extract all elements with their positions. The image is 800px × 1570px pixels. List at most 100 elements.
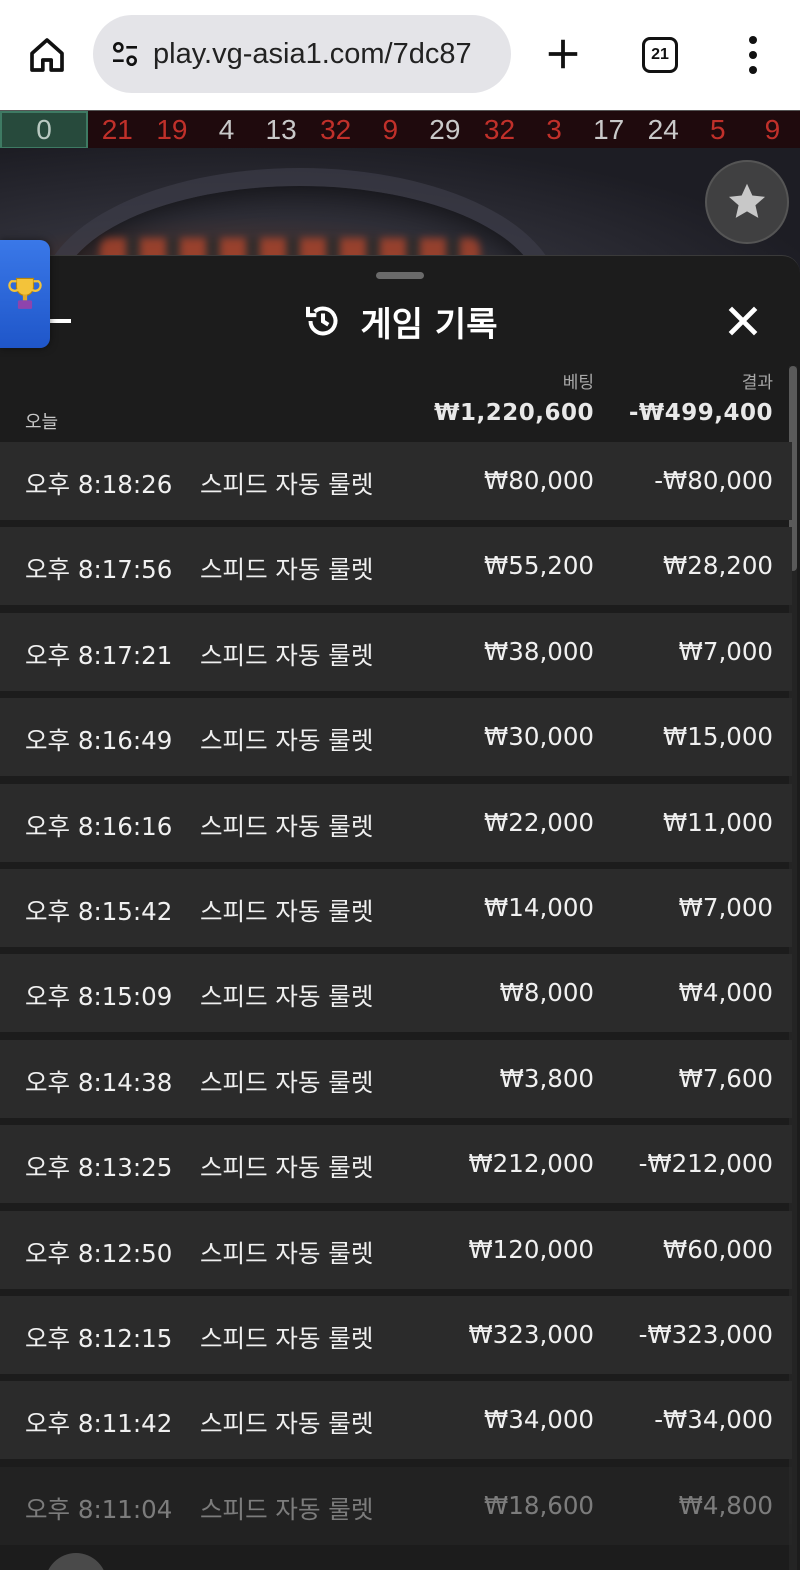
table-row[interactable]: 오후 8:15:42 스피드 자동 룰렛 ₩14,000 ₩7,000 xyxy=(0,868,792,947)
table-row[interactable]: 오후 8:11:42 스피드 자동 룰렛 ₩34,000 -₩34,000 xyxy=(0,1381,792,1460)
row-time: 오후 8:17:21 xyxy=(25,640,173,670)
history-list: 오후 8:18:26 스피드 자동 룰렛 ₩80,000 -₩80,000 오후 8:1… xyxy=(0,442,792,1552)
tab-count-icon[interactable]: 21 xyxy=(642,37,678,73)
row-time: 오후 8:15:42 xyxy=(25,896,173,926)
row-bet-amount: ₩120,000 xyxy=(468,1234,594,1264)
result-number: 4 xyxy=(218,113,235,145)
row-bet-amount: ₩30,000 xyxy=(484,722,594,752)
row-bet-amount: ₩38,000 xyxy=(484,636,594,666)
row-result-amount: ₩4,000 xyxy=(678,978,773,1008)
plus-icon[interactable] xyxy=(537,28,589,80)
row-game-name: 스피드 자동 룰렛 xyxy=(200,640,374,670)
row-game-name: 스피드 자동 룰렛 xyxy=(200,1238,374,1268)
row-bet-amount: ₩80,000 xyxy=(484,466,594,495)
row-bet-amount: ₩34,000 xyxy=(484,1405,594,1435)
result-number: 32 xyxy=(320,113,352,145)
row-time: 오후 8:13:25 xyxy=(25,1153,173,1183)
home-icon[interactable] xyxy=(22,30,72,80)
table-row[interactable]: 오후 8:18:26 스피드 자동 룰렛 ₩80,000 -₩80,000 xyxy=(0,442,792,520)
table-row[interactable]: 오후 8:13:25 스피드 자동 룰렛 ₩212,000 -₩212,000 xyxy=(0,1125,792,1204)
row-result-amount: -₩212,000 xyxy=(638,1149,773,1179)
row-time: 오후 8:11:42 xyxy=(25,1409,173,1439)
row-time: 오후 8:17:56 xyxy=(25,555,173,585)
row-time: 오후 8:15:09 xyxy=(25,982,173,1012)
table-row[interactable]: 오후 8:16:16 스피드 자동 룰렛 ₩22,000 ₩11,000 xyxy=(0,783,792,862)
table-row[interactable]: 오후 8:12:50 스피드 자동 룰렛 ₩120,000 ₩60,000 xyxy=(0,1210,792,1289)
result-number: 32 xyxy=(483,113,516,145)
result-number: 19 xyxy=(156,113,188,145)
row-time: 오후 8:14:38 xyxy=(25,1067,173,1097)
game-history-panel: 게임 기록 베팅 결과 오늘 ₩1,220,600 -₩499,400 오후 8… xyxy=(0,255,800,1570)
row-game-name: 스피드 자동 룰렛 xyxy=(200,1409,374,1439)
result-number: 3 xyxy=(546,113,562,145)
today-label: 오늘 xyxy=(25,412,59,433)
table-row[interactable]: 오후 8:11:04 스피드 자동 룰렛 ₩18,600 ₩4,800 xyxy=(0,1466,792,1545)
table-row[interactable]: 오후 8:12:15 스피드 자동 룰렛 ₩323,000 -₩323,000 xyxy=(0,1295,792,1374)
row-time: 오후 8:12:50 xyxy=(25,1238,173,1268)
row-game-name: 스피드 자동 룰렛 xyxy=(200,1323,374,1353)
close-icon[interactable] xyxy=(722,300,764,342)
result-zero: 0 xyxy=(0,110,88,149)
recent-results-strip: 0 21 19 4 13 32 9 29 32 3 17 24 5 9 xyxy=(0,110,800,149)
table-row[interactable]: 오후 8:17:56 스피드 자동 룰렛 ₩55,200 ₩28,200 xyxy=(0,527,792,606)
row-game-name: 스피드 자동 룰렛 xyxy=(200,1494,374,1524)
tab-count: 21 xyxy=(651,46,669,63)
column-header-bet: 베팅 xyxy=(562,373,594,393)
address-bar[interactable]: play.vg-asia1.com/7dc87 xyxy=(93,15,511,93)
result-number: 13 xyxy=(265,113,297,145)
row-result-amount: ₩4,800 xyxy=(678,1490,773,1520)
star-icon[interactable] xyxy=(705,160,789,244)
today-total-result: -₩499,400 xyxy=(628,400,773,426)
column-header-result: 결과 xyxy=(741,373,773,393)
row-game-name: 스피드 자동 룰렛 xyxy=(200,726,374,756)
table-row[interactable]: 오후 8:16:49 스피드 자동 룰렛 ₩30,000 ₩15,000 xyxy=(0,698,792,777)
row-game-name: 스피드 자동 룰렛 xyxy=(200,470,374,499)
row-bet-amount: ₩212,000 xyxy=(468,1149,594,1179)
row-game-name: 스피드 자동 룰렛 xyxy=(200,1067,374,1097)
row-bet-amount: ₩18,600 xyxy=(484,1490,594,1520)
result-number: 29 xyxy=(429,113,461,145)
browser-toolbar: play.vg-asia1.com/7dc87 21 xyxy=(0,0,800,110)
row-bet-amount: ₩14,000 xyxy=(484,892,594,922)
table-row[interactable]: 오후 8:17:21 스피드 자동 룰렛 ₩38,000 ₩7,000 xyxy=(0,612,792,691)
result-number: 9 xyxy=(764,113,781,145)
row-game-name: 스피드 자동 룰렛 xyxy=(200,896,374,926)
trophy-icon[interactable] xyxy=(0,240,50,348)
row-result-amount: -₩34,000 xyxy=(654,1405,773,1435)
row-result-amount: ₩7,600 xyxy=(678,1063,773,1093)
result-number: 24 xyxy=(647,113,679,145)
row-time: 오후 8:16:49 xyxy=(25,726,173,756)
row-game-name: 스피드 자동 룰렛 xyxy=(200,811,374,841)
row-bet-amount: ₩3,800 xyxy=(499,1063,594,1093)
row-result-amount: ₩15,000 xyxy=(663,722,773,752)
table-row[interactable]: 오후 8:15:09 스피드 자동 룰렛 ₩8,000 ₩4,000 xyxy=(0,954,792,1033)
more-vert-icon[interactable] xyxy=(738,30,768,80)
row-result-amount: -₩323,000 xyxy=(638,1319,773,1349)
row-time: 오후 8:18:26 xyxy=(25,470,173,499)
result-number: 9 xyxy=(382,113,399,145)
result-number: 5 xyxy=(710,113,726,145)
row-result-amount: -₩80,000 xyxy=(654,466,773,495)
url-text: play.vg-asia1.com/7dc87 xyxy=(153,37,472,70)
result-number: 21 xyxy=(101,113,133,145)
row-result-amount: ₩28,200 xyxy=(663,551,773,581)
tune-icon[interactable] xyxy=(107,36,143,72)
row-time: 오후 8:16:16 xyxy=(25,811,173,841)
drag-handle[interactable] xyxy=(376,272,424,279)
row-result-amount: ₩11,000 xyxy=(663,807,773,837)
page-title: 게임 기록 xyxy=(360,304,498,345)
today-total-bet: ₩1,220,600 xyxy=(434,400,594,426)
row-time: 오후 8:12:15 xyxy=(25,1323,173,1353)
row-result-amount: ₩60,000 xyxy=(663,1234,773,1264)
row-bet-amount: ₩8,000 xyxy=(499,978,594,1008)
row-bet-amount: ₩323,000 xyxy=(468,1319,594,1349)
row-result-amount: ₩7,000 xyxy=(678,892,773,922)
row-bet-amount: ₩55,200 xyxy=(484,551,594,581)
row-time: 오후 8:11:04 xyxy=(25,1494,173,1524)
row-game-name: 스피드 자동 룰렛 xyxy=(200,982,374,1012)
result-number: 17 xyxy=(593,113,625,145)
row-game-name: 스피드 자동 룰렛 xyxy=(200,1153,374,1183)
table-row[interactable]: 오후 8:14:38 스피드 자동 룰렛 ₩3,800 ₩7,600 xyxy=(0,1039,792,1118)
panel-header: 게임 기록 xyxy=(0,296,800,346)
result-list: 21 19 4 13 32 9 29 32 3 17 24 5 9 xyxy=(88,111,800,149)
